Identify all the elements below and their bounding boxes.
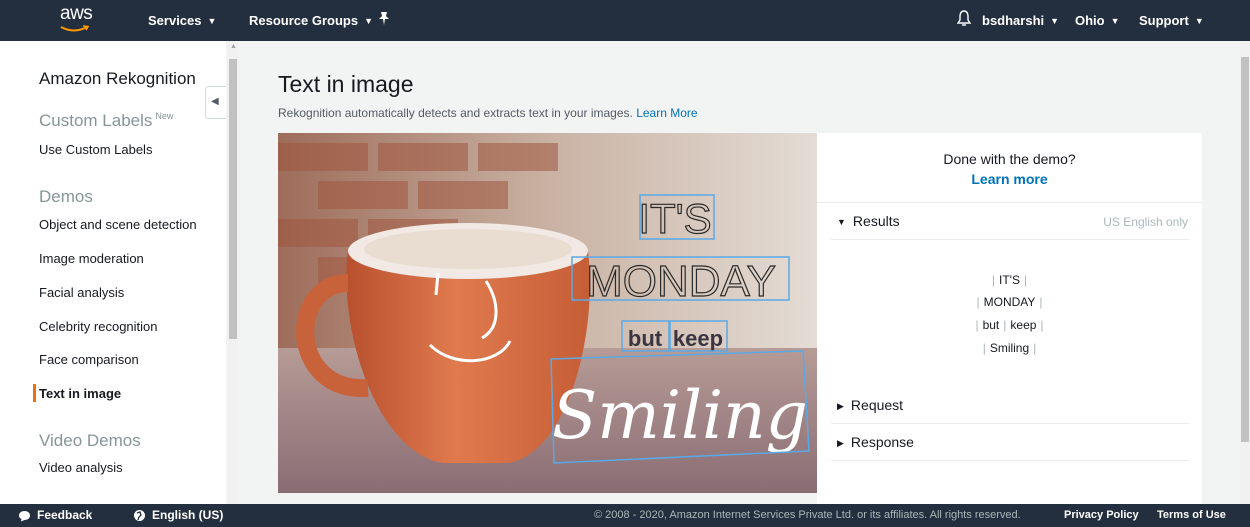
privacy-policy-link[interactable]: Privacy Policy <box>1064 509 1139 521</box>
demos-header: Demos <box>39 187 93 206</box>
aws-smile-icon <box>60 25 90 32</box>
aws-logo[interactable]: aws <box>58 3 98 37</box>
resource-groups-label: Resource Groups <box>249 13 359 28</box>
done-learn-more-link[interactable]: Learn more <box>817 171 1202 187</box>
feedback-button[interactable]: Feedback <box>18 508 92 522</box>
custom-labels-header: Custom Labels New <box>39 111 173 131</box>
sidebar-item-video-analysis[interactable]: Video analysis <box>39 460 123 475</box>
terms-of-use-link[interactable]: Terms of Use <box>1157 509 1226 521</box>
results-label: Results <box>852 213 900 229</box>
chevron-down-icon: ▼ <box>1110 16 1120 26</box>
page-title: Text in image <box>278 71 414 97</box>
result-word: Smiling <box>989 341 1030 355</box>
sidebar-scroll-thumb[interactable] <box>229 59 237 339</box>
text-monday: MONDAY <box>586 257 776 306</box>
user-label: bsdharshi <box>982 13 1045 28</box>
sidebar: Amazon Rekognition Custom Labels New Use … <box>0 41 226 504</box>
footer: Feedback English (US) © 2008 - 2020, Ama… <box>0 504 1250 527</box>
result-word: keep <box>1010 318 1037 332</box>
sidebar-title[interactable]: Amazon Rekognition <box>39 69 196 89</box>
support-label: Support <box>1139 13 1189 28</box>
caret-right-icon: ▶ <box>837 401 844 411</box>
globe-icon <box>134 510 145 522</box>
support-menu[interactable]: Support ▼ <box>1139 13 1204 28</box>
collapse-sidebar-button[interactable]: ◀ <box>205 86 226 119</box>
text-its: IT'S <box>638 195 711 242</box>
new-badge: New <box>155 111 174 122</box>
custom-labels-header-label: Custom Labels <box>39 111 153 130</box>
sidebar-item-object-scene-detection[interactable]: Object and scene detection <box>39 217 197 232</box>
language-label: English (US) <box>152 508 224 522</box>
text-but: but <box>628 326 663 351</box>
speech-bubble-icon <box>19 510 30 522</box>
sidebar-item-image-moderation[interactable]: Image moderation <box>39 251 144 266</box>
region-menu[interactable]: Ohio ▼ <box>1075 13 1120 28</box>
chevron-down-icon: ▼ <box>207 16 217 26</box>
request-label: Request <box>850 397 904 413</box>
copyright-text: © 2008 - 2020, Amazon Internet Services … <box>594 509 1021 521</box>
chevron-down-icon: ▼ <box>364 16 374 26</box>
result-line: | MONDAY | <box>976 295 1043 309</box>
feedback-label: Feedback <box>37 508 93 522</box>
chevron-down-icon: ▼ <box>1194 16 1204 26</box>
page-description-text: Rekognition automatically detects and ex… <box>278 106 633 120</box>
text-smiling: Smiling <box>552 377 808 454</box>
coffee-mug-photo: IT'S MONDAY but keep Smiling <box>278 133 817 493</box>
done-question: Done with the demo? <box>943 151 1076 167</box>
sidebar-item-facial-analysis[interactable]: Facial analysis <box>39 285 124 300</box>
divider <box>831 460 1189 461</box>
sidebar-item-celebrity-recognition[interactable]: Celebrity recognition <box>39 319 158 334</box>
request-toggle[interactable]: ▶ Request <box>837 397 903 413</box>
caret-right-icon: ▶ <box>837 438 844 448</box>
learn-more-link[interactable]: Learn More <box>636 106 697 120</box>
video-demos-header: Video Demos <box>39 431 141 450</box>
result-line: | IT'S | <box>991 273 1028 287</box>
response-toggle[interactable]: ▶ Response <box>837 434 914 450</box>
page-scroll-thumb[interactable] <box>1241 57 1249 442</box>
sidebar-scrollbar[interactable]: ▲ <box>228 41 238 504</box>
divider <box>817 202 1202 203</box>
top-nav: aws Services ▼ Resource Groups ▼ bsdharshi… <box>0 0 1250 41</box>
language-selector[interactable]: English (US) <box>133 508 223 522</box>
sidebar-item-face-comparison[interactable]: Face comparison <box>39 352 139 367</box>
sidebar-item-text-in-image[interactable]: Text in image <box>39 386 121 401</box>
results-panel: Done with the demo? Learn more ▼ Results … <box>817 133 1202 504</box>
sidebar-item-use-custom-labels[interactable]: Use Custom Labels <box>39 142 152 157</box>
results-toggle[interactable]: ▼ Results <box>837 213 900 229</box>
user-menu[interactable]: bsdharshi ▼ <box>982 13 1059 28</box>
caret-down-icon: ▼ <box>837 217 846 227</box>
pin-icon[interactable] <box>378 11 390 29</box>
result-word: IT'S <box>999 273 1020 287</box>
services-label: Services <box>148 13 202 28</box>
text-keep: keep <box>673 326 723 351</box>
active-indicator <box>33 384 36 402</box>
result-word: MONDAY <box>983 295 1036 309</box>
aws-logo-text: aws <box>60 3 93 24</box>
bell-icon[interactable] <box>956 10 972 30</box>
divider <box>831 423 1189 424</box>
services-menu[interactable]: Services ▼ <box>148 13 216 28</box>
page-scrollbar[interactable] <box>1240 41 1250 504</box>
response-label: Response <box>850 434 914 450</box>
result-line: | but | keep | <box>975 318 1044 332</box>
result-word: but <box>982 318 1000 332</box>
region-label: Ohio <box>1075 13 1105 28</box>
demo-image: IT'S MONDAY but keep Smiling <box>278 133 817 493</box>
divider <box>831 239 1189 240</box>
page-description: Rekognition automatically detects and ex… <box>278 106 698 120</box>
chevron-down-icon: ▼ <box>1050 16 1060 26</box>
chevron-left-icon: ◀ <box>211 96 219 107</box>
resource-groups-menu[interactable]: Resource Groups ▼ <box>249 13 373 28</box>
result-line: | Smiling | <box>982 341 1037 355</box>
scroll-up-icon: ▲ <box>230 43 237 50</box>
language-note: US English only <box>1103 215 1188 229</box>
